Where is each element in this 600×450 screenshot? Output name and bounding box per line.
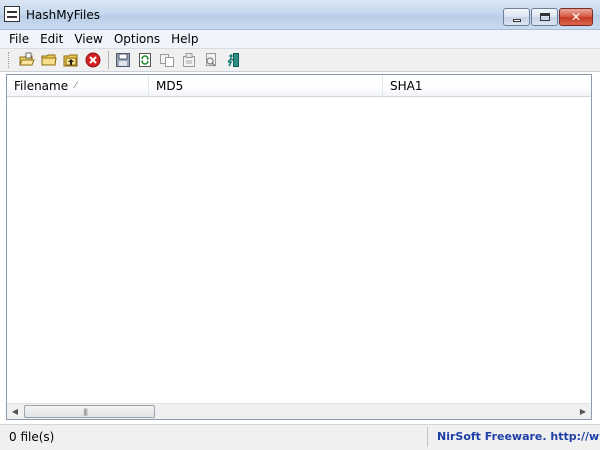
file-list[interactable]: Filename ⁄ MD5 SHA1 ◀ ||| ▶ [6, 74, 592, 420]
status-bar: 0 file(s) NirSoft Freeware. http://www.n… [0, 424, 600, 450]
save-button[interactable] [113, 51, 133, 69]
properties-icon [183, 53, 195, 67]
toolbar-separator [108, 51, 109, 69]
menu-options[interactable]: Options [113, 32, 161, 46]
column-filename[interactable]: Filename ⁄ [7, 75, 149, 97]
maximize-button[interactable] [531, 8, 558, 26]
window-title: HashMyFiles [26, 8, 101, 22]
column-label: Filename [14, 79, 69, 93]
refresh-button[interactable] [135, 51, 155, 69]
properties-button[interactable] [179, 51, 199, 69]
app-icon [4, 6, 20, 22]
exit-icon [227, 53, 239, 67]
column-label: SHA1 [390, 79, 423, 93]
open-folder-icon [41, 54, 57, 66]
column-header-row: Filename ⁄ MD5 SHA1 [7, 75, 591, 97]
menu-edit[interactable]: Edit [39, 32, 64, 46]
sort-ascending-icon: ⁄ [75, 81, 77, 91]
menu-file[interactable]: File [8, 32, 30, 46]
refresh-icon [139, 53, 151, 67]
grip-icon: ||| [83, 408, 88, 416]
scroll-left-icon[interactable]: ◀ [7, 404, 23, 420]
toolbar [0, 48, 600, 72]
delete-button[interactable] [83, 51, 103, 69]
minimize-button[interactable] [503, 8, 530, 26]
add-folder-icon [63, 54, 78, 67]
open-folder-button[interactable] [39, 51, 59, 69]
maximize-icon [540, 13, 550, 21]
toolbar-grip[interactable] [8, 52, 11, 68]
menu-help[interactable]: Help [170, 32, 199, 46]
close-button[interactable]: ✕ [559, 8, 593, 26]
column-label: MD5 [156, 79, 184, 93]
scroll-right-icon[interactable]: ▶ [575, 404, 591, 420]
save-icon [116, 53, 130, 67]
open-files-button[interactable] [17, 51, 37, 69]
file-count: 0 file(s) [3, 427, 428, 447]
title-bar[interactable]: HashMyFiles ✕ [0, 0, 600, 30]
scroll-thumb[interactable]: ||| [24, 405, 155, 418]
menu-bar: File Edit View Options Help [0, 30, 600, 48]
column-sha1[interactable]: SHA1 [383, 75, 591, 97]
close-icon: ✕ [570, 10, 582, 24]
find-icon [206, 53, 216, 67]
horizontal-scrollbar[interactable]: ◀ ||| ▶ [7, 403, 591, 419]
nirsoft-link[interactable]: NirSoft Freeware. http://www.nirsoft.net [432, 427, 600, 447]
copy-icon [160, 54, 174, 67]
menu-view[interactable]: View [73, 32, 103, 46]
exit-button[interactable] [223, 51, 243, 69]
find-button[interactable] [201, 51, 221, 69]
minimize-icon [513, 19, 521, 22]
open-files-icon [19, 52, 35, 66]
copy-button[interactable] [157, 51, 177, 69]
delete-icon [85, 52, 101, 68]
add-folder-button[interactable] [61, 51, 81, 69]
column-md5[interactable]: MD5 [149, 75, 383, 97]
